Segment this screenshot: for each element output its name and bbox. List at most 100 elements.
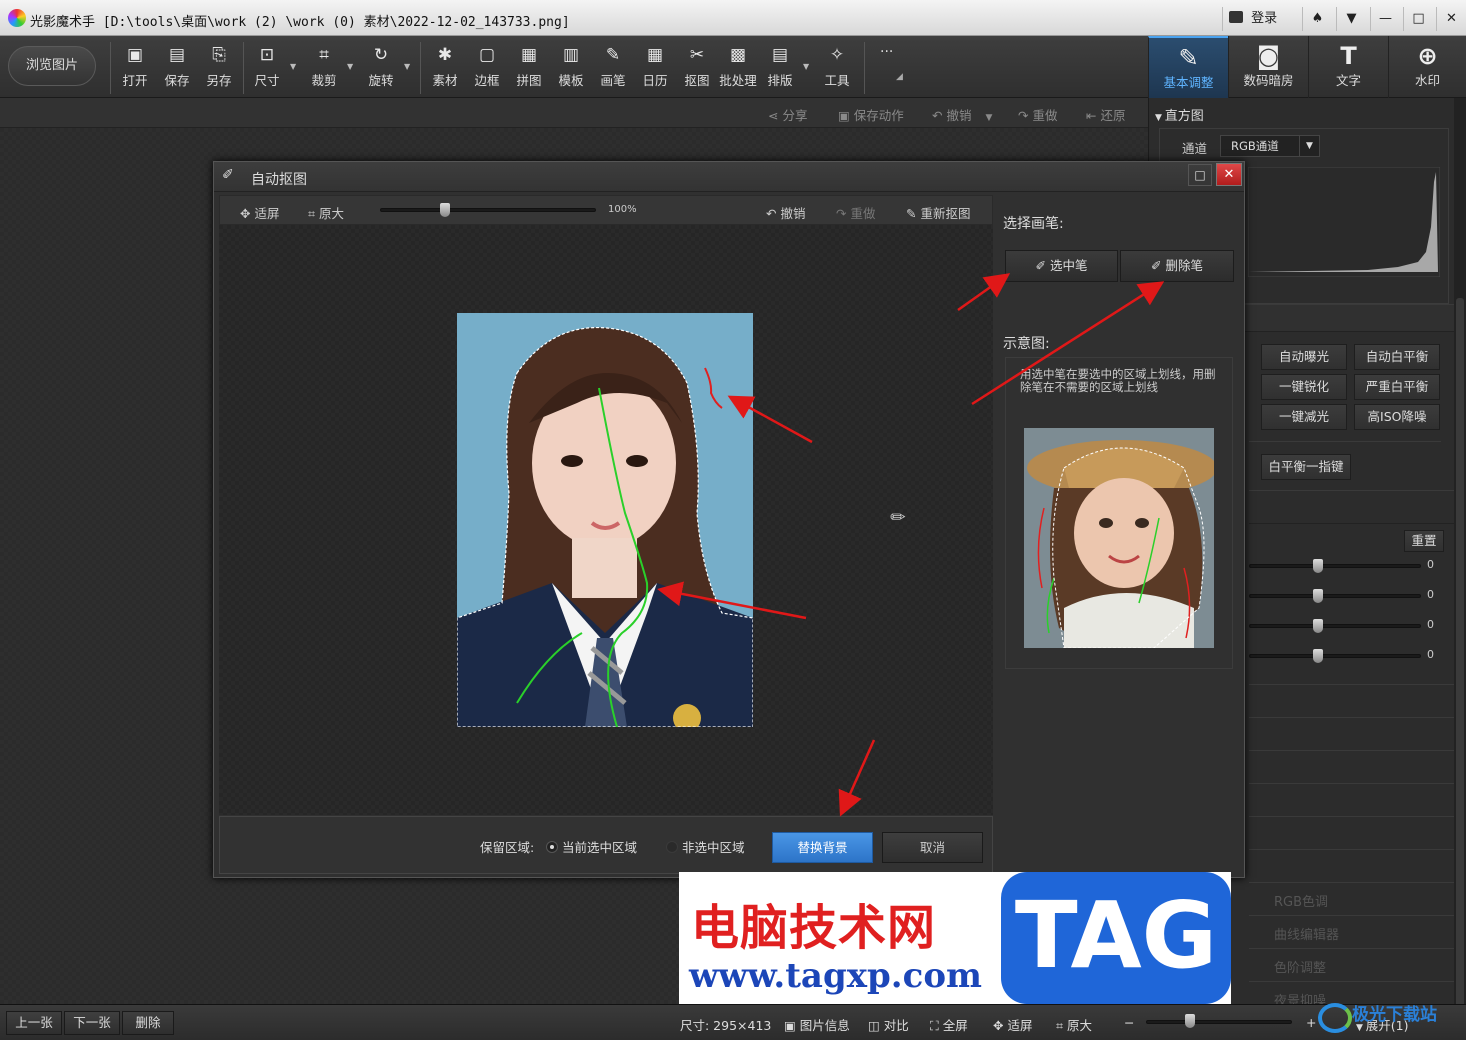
more-button[interactable]: ··· xyxy=(880,44,893,60)
tools-button[interactable]: ✧ 工具 xyxy=(817,44,857,92)
tab-watermark[interactable]: ⊕ 水印 xyxy=(1388,36,1466,98)
image-info-button[interactable]: ▣ 图片信息 xyxy=(784,1015,850,1034)
delete-pen-button[interactable]: ✐ 删除笔 xyxy=(1120,250,1234,282)
toolbar-divider xyxy=(864,42,865,94)
adjust-slider-1[interactable] xyxy=(1249,564,1421,568)
next-image-button[interactable]: 下一张 xyxy=(64,1011,120,1035)
actual-size-button[interactable]: ⌗ 原大 xyxy=(308,203,344,222)
brush-button[interactable]: ✎ 画笔 xyxy=(593,44,633,92)
menu-button[interactable]: ▼ xyxy=(1336,7,1366,31)
adjust-slider-4[interactable] xyxy=(1249,654,1421,658)
collage-button[interactable]: ▦ 拼图 xyxy=(509,44,549,92)
radio-current-selection[interactable]: 当前选中区域 xyxy=(546,837,637,856)
actual-size-status-button[interactable]: ⌗ 原大 xyxy=(1056,1015,1092,1034)
resize-icon: ⊡ xyxy=(259,45,275,65)
login-button[interactable]: 登录 xyxy=(1222,7,1300,31)
compare-button[interactable]: ◫ 对比 xyxy=(868,1015,909,1034)
histogram-header[interactable]: ▼ 直方图 xyxy=(1155,105,1204,124)
rematte-button[interactable]: ✎ 重新抠图 xyxy=(906,203,970,222)
slider-knob[interactable] xyxy=(1312,649,1323,663)
auto-white-balance-button[interactable]: 自动白平衡 xyxy=(1354,344,1440,370)
reset-button[interactable]: 重置 xyxy=(1404,530,1444,552)
restore-button[interactable]: ⇤ 还原 xyxy=(1086,105,1125,124)
slider-knob[interactable] xyxy=(1312,589,1323,603)
radio-unselected-area[interactable]: 非选中区域 xyxy=(666,837,745,856)
batch-button[interactable]: ▩ 批处理 xyxy=(717,44,759,92)
divider xyxy=(1249,849,1455,850)
channel-select[interactable]: RGB通道 ▼ xyxy=(1220,135,1320,157)
scrollbar-thumb[interactable] xyxy=(1456,298,1464,1028)
layout-button[interactable]: ▤ 排版 xyxy=(760,44,800,92)
white-balance-picker-button[interactable]: 白平衡一指键 xyxy=(1261,454,1351,480)
template-button[interactable]: ▥ 模板 xyxy=(551,44,591,92)
example-box: 用选中笔在要选中的区域上划线，用删除笔在不需要的区域上划线 xyxy=(1005,357,1233,669)
cutout-canvas[interactable]: ✎ xyxy=(219,225,993,815)
watermark-icon: ⊕ xyxy=(1417,42,1438,70)
calendar-button[interactable]: ▦ 日历 xyxy=(635,44,675,92)
tab-text[interactable]: T 文字 xyxy=(1308,36,1388,98)
prev-image-button[interactable]: 上一张 xyxy=(6,1011,62,1035)
slider-knob[interactable] xyxy=(1312,619,1323,633)
levels-item[interactable]: 色阶调整 xyxy=(1274,957,1326,976)
dialog-redo-button[interactable]: ↷ 重做 xyxy=(836,203,875,222)
close-button[interactable]: ✕ xyxy=(1436,7,1466,31)
open-button[interactable]: ▣ 打开 xyxy=(115,44,155,92)
dialog-close-button[interactable]: ✕ xyxy=(1216,163,1242,186)
cutout-button[interactable]: ✂ 抠图 xyxy=(677,44,717,92)
layout-dropdown-icon[interactable]: ▼ xyxy=(803,62,809,71)
adjust-slider-2[interactable] xyxy=(1249,594,1421,598)
severe-white-balance-button[interactable]: 严重白平衡 xyxy=(1354,374,1440,400)
curve-editor-item[interactable]: 曲线编辑器 xyxy=(1274,924,1339,943)
select-pen-icon: ✐ xyxy=(1035,258,1050,273)
share-icon: ⋖ xyxy=(768,108,783,123)
rotate-dropdown-icon[interactable]: ▼ xyxy=(404,62,410,71)
material-button[interactable]: ✱ 素材 xyxy=(425,44,465,92)
dialog-maximize-button[interactable]: □ xyxy=(1188,164,1212,186)
zoom-out-button[interactable]: − xyxy=(1124,1015,1134,1030)
fullscreen-button[interactable]: ⛶ 全屏 xyxy=(930,1015,968,1034)
one-click-dim-button[interactable]: 一键减光 xyxy=(1261,404,1347,430)
save-button[interactable]: ▤ 保存 xyxy=(157,44,197,92)
high-iso-denoise-button[interactable]: 高ISO降噪 xyxy=(1354,404,1440,430)
crop-button[interactable]: ⌗ 裁剪 xyxy=(304,44,344,92)
dialog-undo-button[interactable]: ↶ 撤销 xyxy=(766,203,805,222)
one-click-sharpen-button[interactable]: 一键锐化 xyxy=(1261,374,1347,400)
replace-background-button[interactable]: 替换背景 xyxy=(772,832,873,863)
rgb-tone-item[interactable]: RGB色调 xyxy=(1274,891,1328,910)
status-zoom-slider[interactable] xyxy=(1146,1020,1292,1024)
skin-button[interactable]: ♠ xyxy=(1302,7,1332,31)
maximize-button[interactable]: □ xyxy=(1403,7,1433,31)
panel-scrollbar[interactable] xyxy=(1454,98,1466,1028)
save-action-button[interactable]: ▣ 保存动作 xyxy=(838,105,904,124)
adjust-slider-3[interactable] xyxy=(1249,624,1421,628)
delete-image-button[interactable]: 删除 xyxy=(122,1011,174,1035)
zoom-slider-knob[interactable] xyxy=(439,203,450,217)
tab-basic-adjust[interactable]: ✎ 基本调整 xyxy=(1148,36,1228,98)
panel-section-header[interactable] xyxy=(1249,490,1455,524)
crop-dropdown-icon[interactable]: ▼ xyxy=(347,62,353,71)
share-button[interactable]: ⋖ 分享 xyxy=(768,105,807,124)
fit-screen-button[interactable]: ✥ 适屏 xyxy=(993,1015,1032,1034)
slider-knob[interactable] xyxy=(1312,559,1323,573)
redo-button[interactable]: ↷ 重做 xyxy=(1018,105,1057,124)
resize-button[interactable]: ⊡ 尺寸 xyxy=(247,44,287,92)
save-as-button[interactable]: ⎘ 另存 xyxy=(199,44,239,92)
resize-dropdown-icon[interactable]: ▼ xyxy=(290,62,296,71)
minimize-button[interactable]: — xyxy=(1370,7,1400,31)
divider xyxy=(1249,981,1455,982)
select-pen-button[interactable]: ✐ 选中笔 xyxy=(1005,250,1118,282)
fit-button[interactable]: ✥ 适屏 xyxy=(240,203,279,222)
auto-exposure-button[interactable]: 自动曝光 xyxy=(1261,344,1347,370)
cancel-button[interactable]: 取消 xyxy=(882,832,983,863)
hint-text: 用选中笔在要选中的区域上划线，用删除笔在不需要的区域上划线 xyxy=(1020,367,1216,394)
tab-darkroom[interactable]: ◙ 数码暗房 xyxy=(1228,36,1308,98)
border-button[interactable]: ▢ 边框 xyxy=(467,44,507,92)
zoom-in-button[interactable]: + xyxy=(1306,1015,1316,1030)
rotate-button[interactable]: ↻ 旋转 xyxy=(361,44,401,92)
brush-icon: ✎ xyxy=(906,206,921,221)
undo-button[interactable]: ↶ 撤销 ▼ xyxy=(932,105,992,124)
zoom-slider[interactable] xyxy=(380,208,596,212)
histogram-graph xyxy=(1248,167,1440,277)
status-zoom-knob[interactable] xyxy=(1184,1014,1195,1028)
browse-images-button[interactable]: 浏览图片 xyxy=(8,46,96,86)
